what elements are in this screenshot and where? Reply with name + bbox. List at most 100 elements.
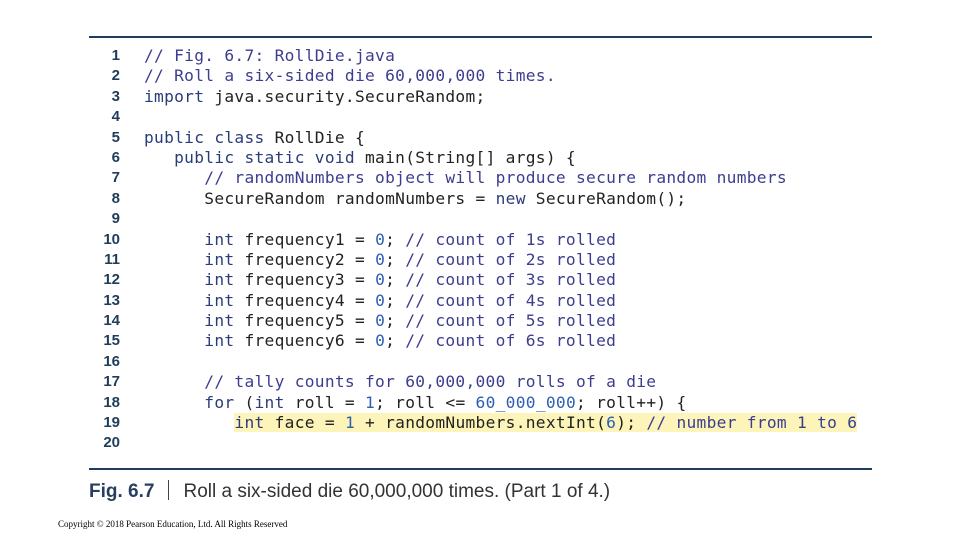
caption-separator — [168, 480, 170, 500]
highlighted-statement: int face = 1 + randomNumbers.nextInt(6);… — [234, 413, 858, 433]
code-token: ( — [234, 392, 255, 412]
code-token: main(String[] args) { — [354, 147, 576, 167]
code-text: int frequency3 = 0; // count of 3s rolle… — [144, 270, 616, 290]
code-keyword: for — [204, 392, 235, 412]
copyright-notice: Copyright © 2018 Pearson Education, Ltd.… — [58, 519, 288, 529]
code-number: 1 — [344, 413, 355, 433]
code-number: 0 — [375, 311, 386, 331]
code-comment: // count of 3s rolled — [405, 270, 617, 290]
code-keyword: public class — [144, 127, 265, 147]
code-number: 0 — [375, 290, 386, 310]
line-number: 13 — [103, 291, 120, 309]
line-number: 11 — [104, 250, 120, 268]
code-line: 3 import java.security.SecureRandom; — [88, 87, 878, 107]
code-token: ; — [385, 331, 406, 351]
code-text: // randomNumbers object will produce sec… — [144, 168, 787, 188]
code-comment: // number from 1 to 6 — [646, 413, 858, 433]
code-number: 0 — [375, 249, 386, 269]
code-token: frequency5 = — [234, 311, 376, 331]
code-text: // Roll a six-sided die 60,000,000 times… — [144, 66, 556, 86]
code-line: 17 // tally counts for 60,000,000 rolls … — [88, 372, 878, 392]
code-line: 18 for (int roll = 1; roll <= 60_000_000… — [88, 393, 878, 413]
code-token: RollDie { — [264, 127, 366, 147]
code-keyword: int — [204, 249, 235, 269]
code-line: 12 int frequency3 = 0; // count of 3s ro… — [88, 270, 878, 290]
code-keyword: int — [204, 331, 235, 351]
line-number: 8 — [111, 189, 120, 207]
code-token: ; — [385, 311, 406, 331]
line-number: 20 — [103, 434, 120, 452]
code-text: SecureRandom randomNumbers = new SecureR… — [144, 189, 686, 209]
code-token: frequency2 = — [234, 249, 376, 269]
code-text: for (int roll = 1; roll <= 60_000_000; r… — [144, 393, 687, 413]
code-text: int frequency2 = 0; // count of 2s rolle… — [144, 250, 616, 270]
code-comment: // count of 5s rolled — [405, 311, 617, 331]
code-token: java.security.SecureRandom; — [204, 86, 486, 106]
line-number: 12 — [103, 271, 120, 289]
line-number: 18 — [103, 393, 120, 411]
code-comment: // Roll a six-sided die 60,000,000 times… — [144, 66, 556, 86]
line-number: 16 — [103, 352, 120, 370]
code-token: frequency6 = — [234, 331, 376, 351]
code-text: public static void main(String[] args) { — [144, 148, 576, 168]
code-keyword: int — [204, 270, 235, 290]
line-number: 3 — [111, 87, 120, 105]
code-token: ); — [616, 413, 647, 433]
code-text: // Fig. 6.7: RollDie.java — [144, 46, 395, 66]
line-number: 7 — [111, 169, 120, 187]
code-token: frequency3 = — [234, 270, 376, 290]
code-token: ; roll++) { — [576, 392, 687, 412]
code-comment: // tally counts for 60,000,000 rolls of … — [204, 372, 657, 392]
code-token: + randomNumbers.nextInt( — [354, 413, 607, 433]
line-number: 6 — [111, 148, 120, 166]
line-number: 1 — [111, 47, 120, 64]
code-keyword: int — [254, 392, 285, 412]
line-number: 2 — [111, 67, 120, 85]
code-line: 13 int frequency4 = 0; // count of 4s ro… — [88, 291, 878, 311]
code-line: 14 int frequency5 = 0; // count of 5s ro… — [88, 311, 878, 331]
code-token: ; — [385, 229, 406, 249]
code-text: int frequency5 = 0; // count of 5s rolle… — [144, 311, 616, 331]
code-keyword: int — [204, 229, 235, 249]
code-text: // tally counts for 60,000,000 rolls of … — [144, 372, 656, 392]
code-line: 11 int frequency2 = 0; // count of 2s ro… — [88, 250, 878, 270]
caption-text: Roll a six-sided die 60,000,000 times. (… — [183, 481, 611, 502]
code-keyword: public static void — [174, 147, 355, 167]
code-token: ; — [385, 270, 406, 290]
code-text: int frequency6 = 0; // count of 6s rolle… — [144, 331, 616, 351]
code-comment: // count of 4s rolled — [405, 290, 617, 310]
code-line: 10 int frequency1 = 0; // count of 1s ro… — [88, 230, 878, 250]
code-comment: // Fig. 6.7: RollDie.java — [144, 46, 396, 65]
code-comment: // count of 2s rolled — [405, 249, 617, 269]
code-text: public class RollDie { — [144, 128, 365, 148]
code-text: int frequency4 = 0; // count of 4s rolle… — [144, 291, 616, 311]
code-token: SecureRandom randomNumbers = — [144, 188, 496, 208]
code-text: import java.security.SecureRandom; — [144, 87, 486, 107]
code-number: 1 — [365, 392, 376, 412]
code-line: 15 int frequency6 = 0; // count of 6s ro… — [88, 331, 878, 351]
code-line: 2 // Roll a six-sided die 60,000,000 time… — [88, 66, 878, 86]
code-comment: // count of 6s rolled — [405, 331, 617, 351]
code-line: 4 — [88, 107, 878, 127]
code-token: ; — [385, 249, 406, 269]
code-line: 1 // Fig. 6.7: RollDie.java — [88, 46, 878, 66]
line-number: 17 — [103, 373, 120, 391]
code-comment: // randomNumbers object will produce sec… — [204, 168, 787, 188]
line-number: 14 — [103, 312, 120, 330]
line-number: 4 — [111, 108, 120, 126]
line-number: 15 — [103, 332, 120, 350]
code-token: roll = — [284, 392, 366, 412]
line-number: 19 — [103, 414, 120, 432]
code-number: 0 — [375, 270, 386, 290]
code-token: frequency1 = — [234, 229, 376, 249]
code-token: face = — [264, 413, 345, 433]
code-keyword: int — [234, 413, 265, 433]
